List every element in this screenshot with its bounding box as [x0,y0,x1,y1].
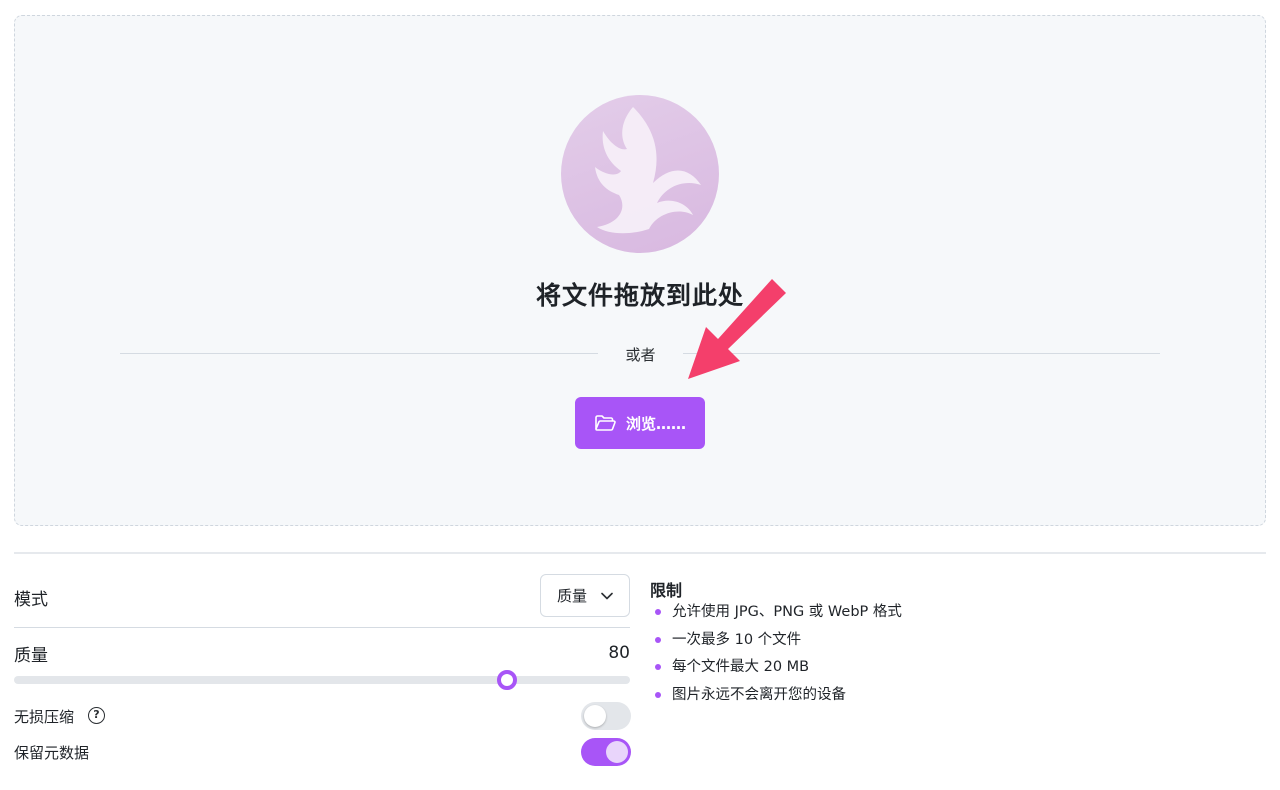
keep-metadata-toggle[interactable] [581,738,631,766]
limits-item: 一次最多 10 个文件 [655,629,902,657]
limits-item: 图片永远不会离开您的设备 [655,684,902,712]
mode-select[interactable]: 质量 [540,574,630,617]
drop-title: 将文件拖放到此处 [535,281,744,310]
red-arrow-pointer [688,279,786,379]
limits-item: 允许使用 JPG、PNG 或 WebP 格式 [655,601,902,629]
limits-list: 允许使用 JPG、PNG 或 WebP 格式 一次最多 10 个文件 每个文件最… [655,601,902,711]
browse-button[interactable]: 浏览…… [575,397,705,449]
divider-text: 或者 [625,346,656,364]
file-dropzone[interactable] [14,15,1266,526]
section-separator [14,552,1266,554]
lossless-toggle[interactable] [581,702,631,730]
browse-button-label: 浏览…… [625,414,686,433]
chevron-down-icon [601,592,613,599]
phoenix-logo-icon [561,95,719,253]
toggle-knob [584,705,606,727]
folder-open-icon [595,415,616,431]
quality-value: 80 [608,643,630,663]
quality-label: 质量 [14,646,48,666]
mode-select-value: 质量 [556,587,587,605]
row-separator [14,627,630,628]
limits-item: 每个文件最大 20 MB [655,656,902,684]
quality-slider-track[interactable] [14,676,630,684]
lossless-label: 无损压缩 [14,708,75,726]
toggle-knob [606,741,628,763]
divider-left [120,353,598,354]
keep-metadata-label: 保留元数据 [14,744,90,762]
limits-title: 限制 [650,581,683,600]
help-icon[interactable]: ? [88,707,105,724]
mode-label: 模式 [14,590,48,610]
quality-slider-thumb[interactable] [496,670,517,690]
